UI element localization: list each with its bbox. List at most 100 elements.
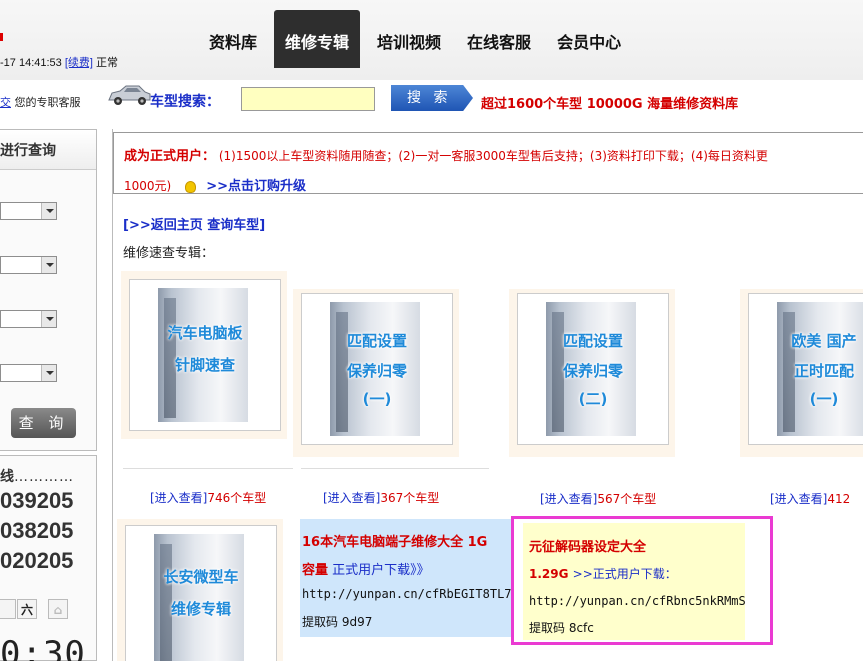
- album-cover-1[interactable]: 汽车电脑板 针脚速查: [129, 279, 281, 431]
- album-link-3-label[interactable]: [进入查看]: [540, 492, 597, 506]
- albums-subtitle: 维修速查专辑：: [123, 246, 215, 261]
- back-to-home-link[interactable]: [>>返回主页 查询车型]: [123, 214, 265, 233]
- notice-line-1: 成为正式用户： (1)1500以上车型资料随用随查；(2)一对一客服3000车型…: [124, 145, 768, 164]
- album-title-2-line-3: (一): [362, 390, 392, 408]
- chevron-down-icon: [41, 203, 56, 219]
- album-link-3-count: 567个车型: [597, 492, 657, 506]
- chevron-down-icon: [41, 257, 56, 273]
- renew-link[interactable]: [续费]: [65, 57, 93, 69]
- chevron-down-icon: [41, 311, 56, 327]
- album-title-2-line-2: 保养归零: [346, 362, 407, 380]
- calendar-cell-next[interactable]: ⌂: [48, 599, 68, 619]
- hotline-text: 线: [0, 469, 14, 485]
- album-link-4-label[interactable]: [进入查看]: [770, 492, 827, 506]
- search-label: 车型搜索：: [150, 94, 220, 110]
- download-1-action-line: 容量 正式用户下载》》: [302, 559, 430, 578]
- phone-number-1: 039205: [0, 488, 74, 513]
- hotline-dots: …………: [14, 469, 74, 485]
- album-link-1[interactable]: [进入查看]746个车型: [150, 489, 266, 506]
- phone-number-3: 020205: [0, 548, 74, 573]
- album-link-2[interactable]: [进入查看]367个车型: [323, 489, 439, 506]
- query-panel: 进行查询 查 询: [0, 129, 97, 451]
- album-link-2-count: 367个车型: [380, 491, 440, 505]
- left-sidebar: 进行查询 查 询 线………… 039205 038205 020205 六 ⌂ …: [0, 129, 97, 661]
- red-marker: [0, 33, 3, 41]
- calendar-cell-blank: [0, 599, 16, 619]
- album-title-4-line-3: (一): [809, 390, 839, 408]
- album-cover-3[interactable]: 匹配设置 保养归零 (二): [517, 293, 669, 445]
- search-button[interactable]: 搜 索: [391, 85, 473, 111]
- album-card-4[interactable]: 欧美 国产 正时匹配 (一): [740, 289, 863, 457]
- query-button[interactable]: 查 询: [11, 408, 76, 438]
- download-block-1: 16本汽车电脑端子维修大全 1G 容量 正式用户下载》》 http://yunp…: [300, 519, 512, 637]
- album-title-5-line-2: 维修专辑: [170, 600, 231, 618]
- search-promo: 超过1600个车型 10000G 海量维修资料库: [481, 97, 739, 112]
- phone-number-2: 038205: [0, 518, 74, 543]
- search-row: 交 您的专职客服 车型搜索： 搜 索 超过1600个车型 10000G 海量维修…: [0, 80, 863, 122]
- nav-item-library[interactable]: 资料库: [196, 10, 270, 68]
- nav-item-online-service[interactable]: 在线客服: [454, 10, 544, 68]
- query-panel-title: 进行查询: [0, 130, 96, 170]
- query-select-3[interactable]: [0, 310, 57, 328]
- download-2-code: 提取码 8cfc: [529, 621, 594, 635]
- download-2-size: 1.29G: [529, 567, 569, 581]
- download-1-title: 16本汽车电脑端子维修大全 1G: [302, 535, 488, 550]
- download-1-link[interactable]: 正式用户下载》》: [332, 563, 430, 578]
- album-card-5[interactable]: 长安微型车 维修专辑: [117, 519, 283, 661]
- divider: [123, 468, 293, 469]
- album-title-3-line-3: (二): [578, 390, 608, 408]
- clock-display: 0:30: [0, 634, 86, 661]
- album-title-4-line-1: 欧美 国产: [791, 332, 857, 350]
- model-search-input[interactable]: [241, 87, 375, 111]
- main-content: 成为正式用户： (1)1500以上车型资料随用随查；(2)一对一客服3000车型…: [112, 129, 863, 661]
- album-link-4[interactable]: [进入查看]412: [770, 490, 850, 507]
- download-2-action-line: 1.29G >>正式用户下载：: [529, 565, 677, 582]
- query-select-1[interactable]: [0, 202, 57, 220]
- calendar-cell-sat: 六: [17, 599, 37, 619]
- album-cover-5[interactable]: 长安微型车 维修专辑: [125, 525, 277, 661]
- session-datetime: -17 14:41:53: [0, 57, 62, 69]
- hotline-panel: 线………… 039205 038205 020205 六 ⌂ 0:30: [0, 455, 97, 661]
- album-link-1-label[interactable]: [进入查看]: [150, 491, 207, 505]
- notice-line-2: 1000元) >>点击订购升级: [124, 175, 306, 194]
- album-card-2[interactable]: 匹配设置 保养归零 (一): [293, 289, 459, 457]
- service-info: 交 您的专职客服: [0, 94, 81, 110]
- header: -17 14:41:53 [续费] 正常 资料库 维修专辑 培训视频 在线客服 …: [0, 0, 863, 80]
- album-link-1-count: 746个车型: [207, 491, 267, 505]
- upgrade-link[interactable]: >>点击订购升级: [206, 179, 306, 194]
- bulb-icon: [185, 180, 197, 193]
- album-link-3[interactable]: [进入查看]567个车型: [540, 490, 656, 507]
- notice-price: 1000元): [124, 179, 172, 193]
- nav-item-member-center[interactable]: 会员中心: [544, 10, 634, 68]
- session-info: -17 14:41:53 [续费] 正常: [0, 54, 118, 70]
- album-link-4-count: 412: [827, 492, 851, 506]
- query-select-2[interactable]: [0, 256, 57, 274]
- divider: [301, 468, 489, 469]
- album-title-1-line-1: 汽车电脑板: [167, 324, 243, 342]
- download-1-size: 容量: [302, 563, 329, 578]
- album-title-3-line-1: 匹配设置: [562, 332, 623, 350]
- query-select-4[interactable]: [0, 364, 57, 382]
- main-nav: 资料库 维修专辑 培训视频 在线客服 会员中心: [196, 10, 634, 68]
- download-2-link[interactable]: >>正式用户下载：: [573, 567, 677, 581]
- album-title-1-line-2: 针脚速查: [174, 356, 235, 374]
- album-card-1[interactable]: 汽车电脑板 针脚速查: [121, 271, 287, 439]
- notice-lead: 成为正式用户：: [124, 149, 216, 164]
- album-title-4-line-2: 正时匹配: [793, 362, 854, 380]
- download-1-code: 提取码 9d97: [302, 615, 373, 629]
- service-text: 您的专职客服: [14, 96, 81, 109]
- nav-item-training-videos[interactable]: 培训视频: [364, 10, 454, 68]
- download-1-url[interactable]: http://yunpan.cn/cfRbEGIT8TL76: [302, 587, 512, 601]
- session-status: 正常: [96, 57, 119, 69]
- nav-item-repair-albums[interactable]: 维修专辑: [274, 10, 361, 68]
- notice-benefits: (1)1500以上车型资料随用随查；(2)一对一客服3000车型售后支持；(3)…: [215, 149, 768, 163]
- download-2-url[interactable]: http://yunpan.cn/cfRbnc5nkRMmS: [529, 594, 746, 608]
- album-link-2-label[interactable]: [进入查看]: [323, 491, 380, 505]
- car-icon: [108, 85, 151, 105]
- album-card-3[interactable]: 匹配设置 保养归零 (二): [509, 289, 675, 457]
- service-link[interactable]: 交: [0, 96, 11, 109]
- chevron-down-icon: [41, 365, 56, 381]
- album-cover-4[interactable]: 欧美 国产 正时匹配 (一): [748, 293, 863, 445]
- download-block-2: 元征解码器设定大全 1.29G >>正式用户下载： http://yunpan.…: [523, 523, 746, 640]
- album-cover-2[interactable]: 匹配设置 保养归零 (一): [301, 293, 453, 445]
